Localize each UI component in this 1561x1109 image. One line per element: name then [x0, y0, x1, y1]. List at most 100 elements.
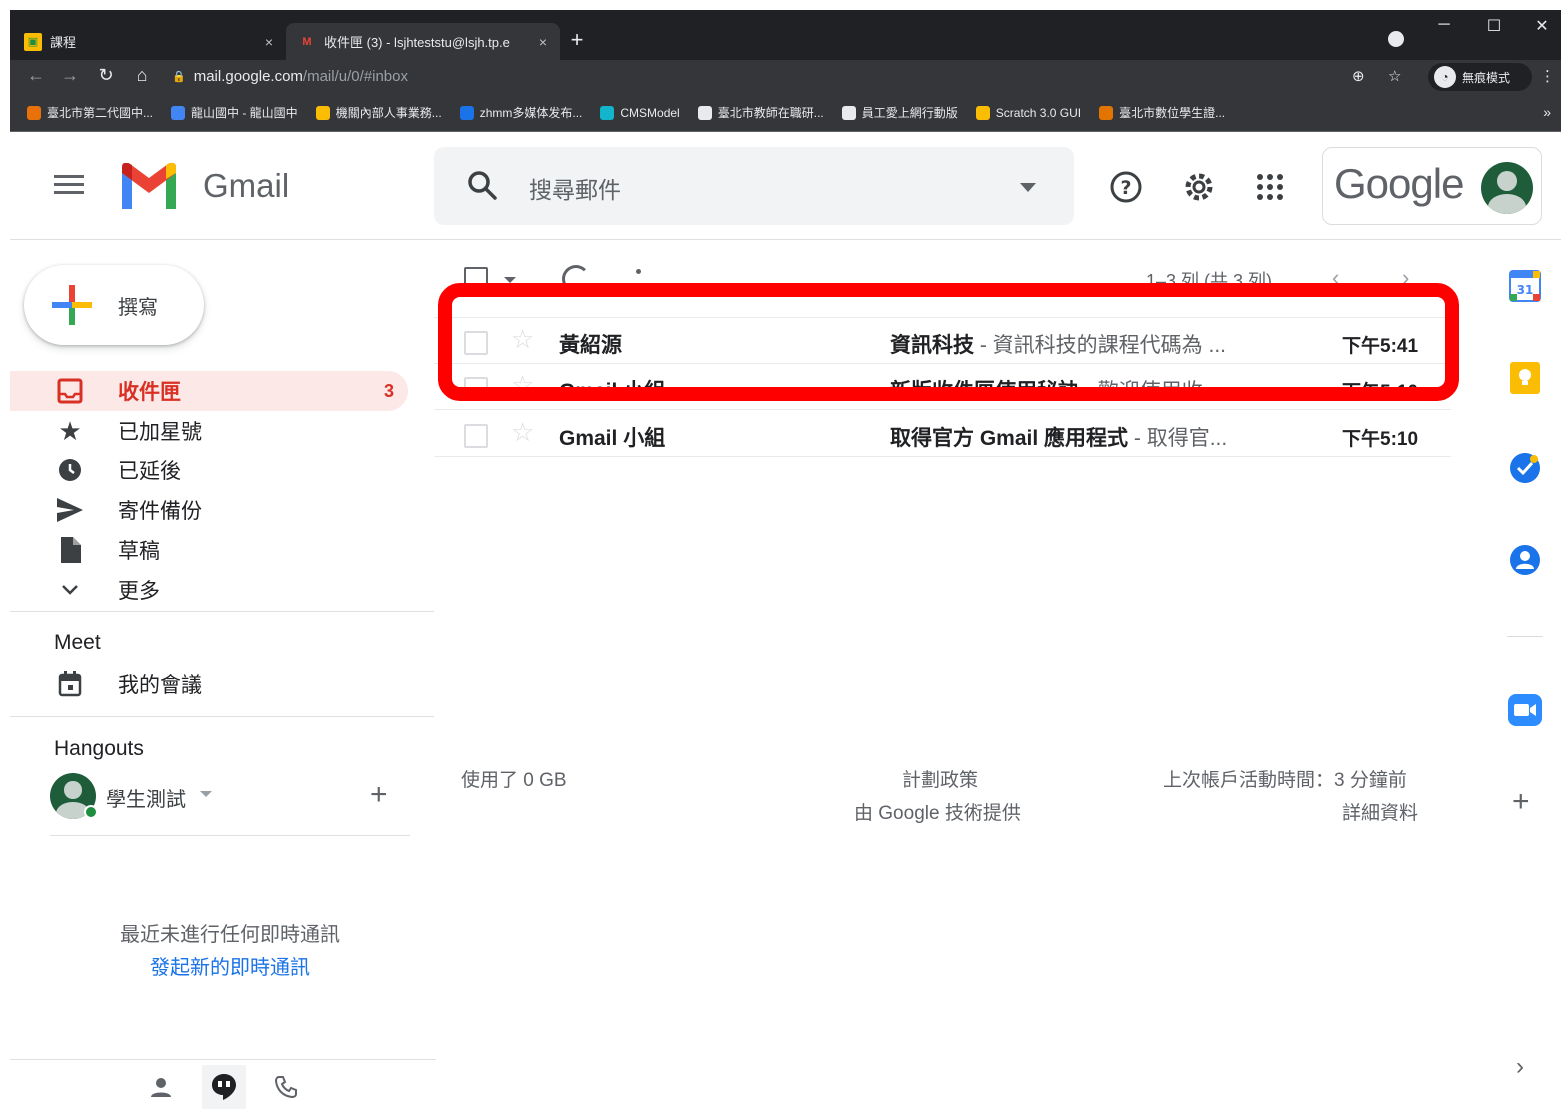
close-tab-icon[interactable]: ×: [258, 34, 280, 50]
new-conversation-plus-icon[interactable]: +: [370, 778, 388, 812]
bookmarks-overflow-button[interactable]: »: [1543, 104, 1551, 120]
new-tab-button[interactable]: +: [562, 27, 592, 53]
sidebar-item-sent[interactable]: 寄件備份: [10, 490, 408, 530]
bookmark-item[interactable]: 臺北市數位學生證...: [1099, 104, 1225, 121]
more-actions-icon[interactable]: [636, 269, 641, 274]
profile-icon[interactable]: [1388, 31, 1404, 47]
email-sender: Gmail 小組: [559, 427, 666, 450]
bookmark-item[interactable]: 臺北市第二代國中...: [27, 104, 153, 121]
bookmark-favicon-icon: [171, 105, 186, 120]
bookmark-item[interactable]: Scratch 3.0 GUI: [975, 105, 1082, 120]
hangouts-section-title: Hangouts: [54, 737, 144, 760]
close-window-button[interactable]: ✕: [1522, 16, 1561, 36]
settings-gear-icon[interactable]: [1181, 169, 1217, 205]
google-tasks-icon[interactable]: [1508, 451, 1542, 485]
svg-text:31: 31: [1517, 283, 1534, 297]
storage-usage: 使用了 0 GB: [461, 770, 567, 791]
sidebar-item-drafts[interactable]: 草稿: [10, 530, 408, 570]
draft-icon: [56, 536, 84, 564]
sidebar-item-label: 已延後: [118, 460, 181, 483]
search-options-icon[interactable]: [1020, 183, 1036, 192]
bookmark-favicon-icon: [841, 105, 856, 120]
lock-icon: 🔒: [172, 71, 186, 83]
compose-button[interactable]: 撰寫: [24, 265, 204, 345]
bookmark-favicon-icon: [27, 105, 41, 120]
hangouts-chat-icon[interactable]: [202, 1065, 246, 1109]
bookmark-label: CMSModel: [620, 105, 680, 120]
sidebar-item-more[interactable]: 更多: [10, 570, 408, 610]
contacts-person-icon[interactable]: [139, 1065, 183, 1109]
browser-menu-icon[interactable]: ⋮: [1540, 67, 1555, 85]
account-avatar[interactable]: [1481, 162, 1533, 214]
url-host: mail.google.com: [193, 68, 303, 85]
program-policies-link[interactable]: 計劃政策: [902, 765, 978, 792]
google-wordmark: Google: [1334, 160, 1464, 207]
minimize-button[interactable]: ─: [1424, 16, 1464, 34]
google-calendar-icon[interactable]: 31: [1508, 269, 1542, 303]
gmail-app: Gmail 搜尋郵件 ? Google 撰寫 收件匣 3 ★ 已加星號 已延後 …: [10, 133, 1561, 1109]
email-row[interactable]: ☆ Gmail 小組 取得官方 Gmail 應用程式 - 取得官... 下午5:…: [434, 411, 1451, 457]
tab-gmail[interactable]: M 收件匣 (3) - lsjhteststu@lsjh.tp.e ×: [286, 23, 560, 60]
email-subject: 取得官方 Gmail 應用程式: [890, 427, 1129, 450]
sidebar-item-starred[interactable]: ★ 已加星號: [10, 411, 408, 451]
tab-title: 課程: [50, 35, 77, 50]
account-switcher[interactable]: Google: [1322, 147, 1542, 225]
bookmark-label: 機關內部人事業務...: [335, 106, 442, 120]
zoom-addon-icon[interactable]: [1508, 693, 1542, 727]
bookmark-item[interactable]: 機關內部人事業務...: [315, 104, 442, 121]
show-side-panel-chevron-icon[interactable]: ›: [1516, 1053, 1524, 1081]
phone-icon[interactable]: [264, 1065, 308, 1109]
star-toggle-icon[interactable]: ☆: [511, 417, 534, 448]
search-icon[interactable]: [464, 167, 500, 203]
get-addons-plus-icon[interactable]: +: [1512, 785, 1530, 819]
sidebar-item-label: 寄件備份: [118, 500, 202, 523]
address-bar: ← → ↻ ⌂ 🔒 mail.google.com/mail/u/0/#inbo…: [10, 60, 1561, 94]
apps-grid-icon[interactable]: [1252, 169, 1288, 205]
google-contacts-icon[interactable]: [1508, 543, 1542, 577]
gmail-favicon-icon: M: [302, 35, 312, 48]
bookmark-label: zhmm多媒体发布...: [479, 106, 583, 120]
google-keep-icon[interactable]: [1508, 361, 1542, 395]
meet-section-title: Meet: [54, 631, 101, 654]
bookmark-item[interactable]: CMSModel: [600, 105, 680, 120]
close-tab-icon[interactable]: ×: [532, 34, 554, 50]
hangouts-user-status[interactable]: 學生測試: [50, 773, 410, 819]
bookmark-label: Scratch 3.0 GUI: [995, 105, 1082, 120]
bookmark-favicon-icon: [1099, 105, 1114, 120]
bookmark-item[interactable]: zhmm多媒体发布...: [459, 104, 583, 121]
tab-courses[interactable]: ▣ 課程 ×: [24, 23, 286, 60]
bookmark-item[interactable]: 臺北市教師在職研...: [697, 104, 824, 121]
sidebar-item-inbox[interactable]: 收件匣 3: [10, 371, 408, 411]
bookmark-favicon-icon: [975, 105, 990, 120]
help-icon[interactable]: ?: [1108, 169, 1144, 205]
last-activity-text: 上次帳戶活動時間：3 分鐘前: [1163, 770, 1407, 791]
search-input[interactable]: 搜尋郵件: [529, 171, 621, 205]
bookmark-favicon-icon: [315, 105, 330, 120]
row-checkbox[interactable]: [464, 424, 488, 448]
online-status-icon: [84, 805, 98, 819]
main-menu-icon[interactable]: [54, 175, 86, 199]
forward-icon[interactable]: →: [56, 65, 84, 86]
bookmark-star-icon[interactable]: ☆: [1388, 67, 1401, 85]
start-new-chat-link[interactable]: 發起新的即時通訊: [10, 951, 450, 980]
incognito-badge[interactable]: ◔ 無痕模式: [1428, 63, 1532, 91]
bookmark-item[interactable]: 龍山國中 - 龍山國中: [171, 104, 298, 121]
chevron-down-icon[interactable]: [200, 791, 212, 797]
maximize-button[interactable]: ☐: [1474, 16, 1514, 36]
sidebar-item-snoozed[interactable]: 已延後: [10, 450, 408, 490]
reload-icon[interactable]: ↻: [92, 65, 120, 86]
compose-plus-icon: [52, 285, 92, 325]
sidebar-item-my-meetings[interactable]: 我的會議: [10, 664, 408, 704]
bookmark-label: 臺北市第二代國中...: [47, 106, 154, 120]
back-icon[interactable]: ←: [22, 65, 50, 86]
clock-icon: [56, 456, 84, 484]
email-time: 下午5:10: [1342, 429, 1419, 450]
url-field[interactable]: 🔒 mail.google.com/mail/u/0/#inbox: [172, 68, 408, 85]
gmail-wordmark: Gmail: [203, 167, 290, 204]
search-bar[interactable]: 搜尋郵件: [434, 147, 1074, 225]
home-icon[interactable]: ⌂: [128, 65, 156, 86]
bookmark-label: 龍山國中 - 龍山國中: [191, 106, 298, 120]
bookmark-item[interactable]: 員工愛上網行動版: [841, 104, 958, 121]
zoom-icon[interactable]: ⊕: [1352, 67, 1365, 85]
activity-details-link[interactable]: 詳細資料: [1342, 798, 1418, 825]
